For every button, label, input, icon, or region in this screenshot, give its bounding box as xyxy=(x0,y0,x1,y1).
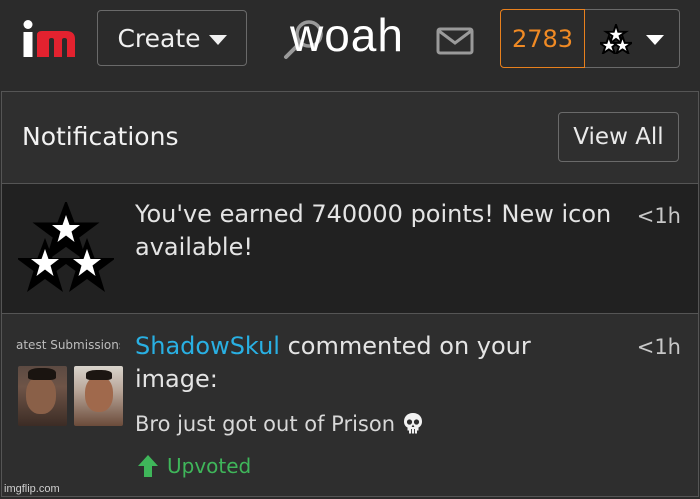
image-thumbnail[interactable]: atest Submissions xyxy=(16,338,123,428)
vote-status: Upvoted xyxy=(137,454,251,478)
thumbnail-photo xyxy=(74,366,123,426)
notification-time: <1h xyxy=(636,204,681,228)
comment-text: Bro just got out of Prison xyxy=(135,411,425,436)
chevron-down-icon xyxy=(646,35,664,45)
stars-avatar-icon xyxy=(600,23,632,54)
comment-body: Bro just got out of Prison xyxy=(135,412,396,436)
username-link[interactable]: ShadowSkul xyxy=(135,332,280,360)
thumbnail-caption: atest Submissions xyxy=(16,338,120,352)
notifications-panel: Notifications View All You've earned 740… xyxy=(1,91,699,497)
notification-text: You've earned 740000 points! New icon av… xyxy=(135,200,612,261)
vote-label: Upvoted xyxy=(167,454,252,478)
logo-icon[interactable] xyxy=(22,20,78,60)
skull-icon xyxy=(404,413,423,434)
points-badge[interactable]: 2783 xyxy=(500,9,585,68)
stars-avatar-icon xyxy=(18,202,114,292)
chevron-down-icon xyxy=(208,34,227,45)
meme-caption-text: woah xyxy=(290,9,404,61)
notification-item[interactable]: You've earned 740000 points! New icon av… xyxy=(2,184,698,314)
user-menu-button[interactable] xyxy=(585,9,680,68)
create-button[interactable]: Create xyxy=(97,10,247,66)
watermark: imgflip.com xyxy=(4,483,60,495)
notification-item[interactable]: atest Submissions ShadowSkul commented o… xyxy=(2,314,698,496)
notifications-header: Notifications View All xyxy=(2,92,698,184)
view-all-button[interactable]: View All xyxy=(558,112,679,162)
panel-title: Notifications xyxy=(22,122,179,151)
notification-text: ShadowSkul commented on your image: xyxy=(135,330,615,396)
top-navbar: Create woah 2783 xyxy=(0,0,700,84)
notification-time: <1h xyxy=(636,335,681,359)
mail-icon[interactable] xyxy=(436,27,474,55)
create-button-label: Create xyxy=(117,23,201,53)
thumbnail-photo xyxy=(18,366,67,426)
upvote-arrow-icon xyxy=(138,455,158,477)
